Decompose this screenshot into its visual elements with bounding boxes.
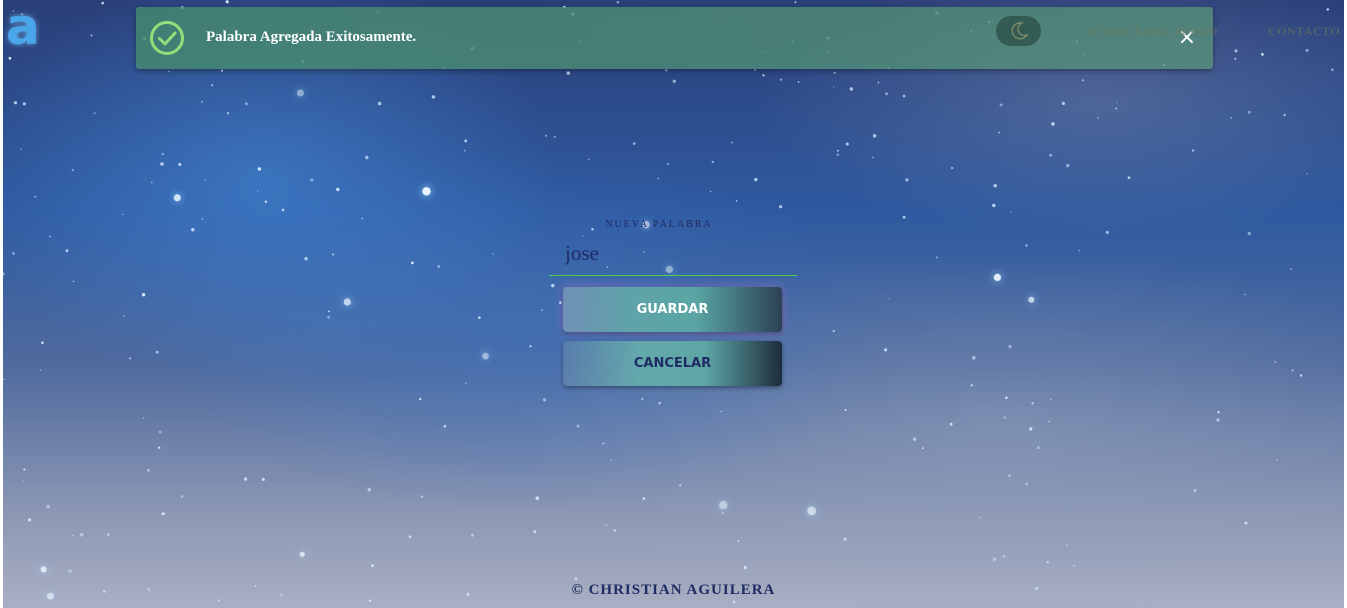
app-logo[interactable]: a	[6, 2, 40, 56]
footer-credit: © CHRISTIAN AGUILERA	[571, 582, 776, 598]
moon-icon	[1011, 22, 1029, 40]
new-word-label: NUEVA PALABRA	[605, 219, 713, 230]
toast-message: Palabra Agregada Exitosamente.	[206, 29, 417, 45]
nav-link-acerca[interactable]: ACERCA DEL JUEGO	[1088, 24, 1218, 42]
page-background: a Palabra Agregada Exitosamente. × ACERC…	[3, 0, 1344, 608]
check-circle-icon	[149, 20, 185, 56]
nav-link-contacto[interactable]: CONTACTO	[1268, 24, 1340, 42]
save-button[interactable]: GUARDAR	[563, 287, 782, 332]
success-toast: Palabra Agregada Exitosamente. ×	[136, 7, 1213, 69]
new-word-input[interactable]	[549, 232, 797, 276]
theme-toggle-button[interactable]	[996, 16, 1041, 46]
cancel-button[interactable]: CANCELAR	[563, 341, 782, 386]
